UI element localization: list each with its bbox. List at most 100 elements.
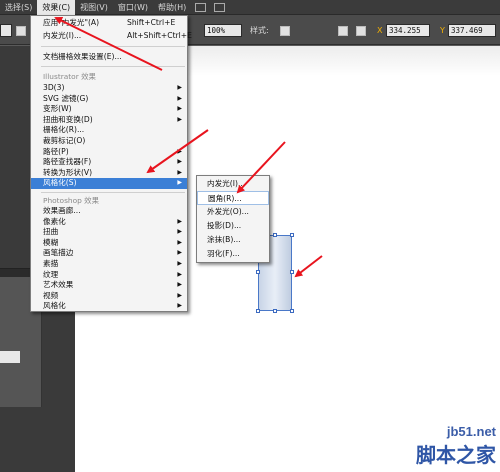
- menu-window[interactable]: 窗口(W): [113, 0, 153, 15]
- menu-item-effect-gallery[interactable]: 效果画廊...: [31, 206, 187, 217]
- item-label: SVG 滤镜(G): [43, 93, 89, 103]
- menu-item-video[interactable]: 视频 ▶: [31, 291, 187, 302]
- item-label: 栅格化(R)...: [43, 125, 85, 135]
- submenu-arrow-icon: ▶: [177, 147, 182, 155]
- transform-icon[interactable]: [356, 26, 366, 36]
- handle-mid-right[interactable]: [290, 270, 294, 274]
- menu-item-warp[interactable]: 变形(W) ▶: [31, 104, 187, 115]
- menu-item-texture[interactable]: 纹理 ▶: [31, 270, 187, 281]
- item-label: 素描: [43, 259, 59, 268]
- item-label: 风格化: [43, 301, 66, 311]
- menu-item-3d[interactable]: 3D(3) ▶: [31, 83, 187, 94]
- menu-item-blur[interactable]: 模糊 ▶: [31, 238, 187, 249]
- submenu-arrow-icon: ▶: [177, 84, 182, 91]
- watermark-cn: 脚本之家: [416, 443, 496, 467]
- menu-view[interactable]: 视图(V): [75, 0, 113, 15]
- menu-item-ps-stylize[interactable]: 风格化 ▶: [31, 301, 187, 312]
- menu-item-distort-transform[interactable]: 扭曲和变换(D) ▶: [31, 115, 187, 126]
- submenu-item-outer-glow[interactable]: 外发光(O)...: [197, 205, 269, 219]
- menu-separator: [41, 66, 185, 67]
- apply-last-shortcut: Shift+Ctrl+E: [127, 18, 176, 27]
- submenu-item-feather[interactable]: 羽化(F)...: [197, 247, 269, 261]
- handle-top-mid[interactable]: [273, 233, 277, 237]
- y-field[interactable]: 337.469: [448, 24, 496, 37]
- item-label: 效果画廊...: [43, 206, 81, 215]
- apply-last-label: 应用"内发光"(A): [43, 18, 100, 27]
- menu-item-pixelate[interactable]: 像素化 ▶: [31, 217, 187, 228]
- dropdown-icon[interactable]: [16, 26, 26, 36]
- submenu-arrow-icon: ▶: [177, 228, 182, 236]
- submenu-item-inner-glow[interactable]: 内发光(I)...: [197, 177, 269, 191]
- submenu-arrow-icon: ▶: [177, 249, 182, 257]
- handle-bottom-right[interactable]: [290, 309, 294, 313]
- item-label: 模糊: [43, 237, 59, 247]
- menubar: 选择(S) 效果(C) 视图(V) 窗口(W) 帮助(H): [0, 0, 500, 15]
- handle-bottom-left[interactable]: [256, 309, 260, 313]
- item-label: 风格化(S): [43, 178, 77, 188]
- last-effect-shortcut: Alt+Shift+Ctrl+E: [127, 31, 192, 40]
- handle-mid-left[interactable]: [256, 270, 260, 274]
- menu-separator: [41, 192, 185, 193]
- handle-top-right[interactable]: [290, 233, 294, 237]
- item-label: 转换为形状(V): [43, 167, 93, 177]
- stylize-submenu: 内发光(I)... 圆角(R)... 外发光(O)... 投影(D)... 涂抹…: [196, 175, 270, 263]
- photoshop-effects-header: Photoshop 效果: [43, 196, 99, 205]
- submenu-arrow-icon: ▶: [177, 270, 182, 278]
- menu-item-svg-filters[interactable]: SVG 滤镜(G) ▶: [31, 94, 187, 105]
- arrange-documents-icon[interactable]: [214, 2, 226, 12]
- menu-item-stylize[interactable]: 风格化(S) ▶: [31, 178, 187, 189]
- last-effect-label: 内发光(I)...: [43, 31, 82, 40]
- menu-effect[interactable]: 效果(C): [37, 0, 76, 15]
- menu-select[interactable]: 选择(S): [0, 0, 37, 15]
- opacity-field[interactable]: 100%: [204, 24, 242, 37]
- align-icon[interactable]: [338, 26, 348, 36]
- submenu-arrow-icon: ▶: [177, 217, 182, 225]
- menu-item-raster-settings[interactable]: 文档栅格效果设置(E)...: [31, 52, 187, 63]
- watermark: jb51.net 脚本之家: [416, 424, 496, 468]
- item-label: 艺术效果: [43, 280, 74, 290]
- item-label: 纹理: [43, 269, 59, 279]
- submenu-item-round-corners[interactable]: 圆角(R)...: [197, 191, 269, 205]
- submenu-arrow-icon: ▶: [177, 158, 182, 166]
- bridge-icon[interactable]: [195, 2, 207, 12]
- left-field[interactable]: [0, 24, 12, 37]
- menu-item-brush-strokes[interactable]: 画笔描边 ▶: [31, 248, 187, 259]
- item-label: 3D(3): [43, 83, 65, 92]
- item-label: 视频: [43, 290, 59, 300]
- watermark-site: jb51.net: [446, 424, 496, 439]
- menu-item-last-effect[interactable]: 内发光(I)... Alt+Shift+Ctrl+E: [31, 31, 192, 42]
- menu-item-convert-to-shape[interactable]: 转换为形状(V) ▶: [31, 168, 187, 179]
- menu-item-rasterize[interactable]: 栅格化(R)...: [31, 125, 187, 136]
- submenu-arrow-icon: ▶: [177, 291, 182, 299]
- menu-item-crop-marks[interactable]: 裁剪标记(O): [31, 136, 187, 147]
- item-label: 裁剪标记(O): [43, 136, 86, 145]
- submenu-arrow-icon: ▶: [177, 281, 182, 289]
- submenu-item-drop-shadow[interactable]: 投影(D)...: [197, 219, 269, 233]
- menu-separator: [41, 46, 185, 47]
- menu-help[interactable]: 帮助(H): [153, 0, 191, 15]
- submenu-arrow-icon: ▶: [177, 105, 182, 113]
- submenu-arrow-icon: ▶: [177, 179, 182, 187]
- item-label: 路径(P): [43, 146, 69, 156]
- style-label: 样式:: [250, 26, 269, 35]
- item-label: 扭曲和变换(D): [43, 114, 93, 124]
- submenu-arrow-icon: ▶: [177, 94, 182, 102]
- menu-item-sketch[interactable]: 素描 ▶: [31, 259, 187, 270]
- submenu-arrow-icon: ▶: [177, 238, 182, 246]
- item-label: 画笔描边: [43, 248, 74, 258]
- x-icon: X: [377, 26, 383, 35]
- style-swatch[interactable]: [280, 26, 290, 36]
- menu-item-artistic[interactable]: 艺术效果 ▶: [31, 280, 187, 291]
- x-field[interactable]: 334.255: [386, 24, 430, 37]
- submenu-item-scribble[interactable]: 涂抹(B)...: [197, 233, 269, 247]
- submenu-arrow-icon: ▶: [177, 168, 182, 176]
- item-label: 扭曲: [43, 227, 59, 237]
- menu-item-apply-last[interactable]: 应用"内发光"(A) Shift+Ctrl+E: [31, 18, 187, 29]
- handle-bottom-mid[interactable]: [273, 309, 277, 313]
- menu-item-pathfinder[interactable]: 路径查找器(F) ▶: [31, 157, 187, 168]
- menu-item-distort[interactable]: 扭曲 ▶: [31, 227, 187, 238]
- menu-item-path[interactable]: 路径(P) ▶: [31, 147, 187, 158]
- panel-swatch[interactable]: [0, 351, 20, 363]
- y-icon: Y: [440, 26, 445, 35]
- illustrator-effects-header: Illustrator 效果: [43, 72, 96, 81]
